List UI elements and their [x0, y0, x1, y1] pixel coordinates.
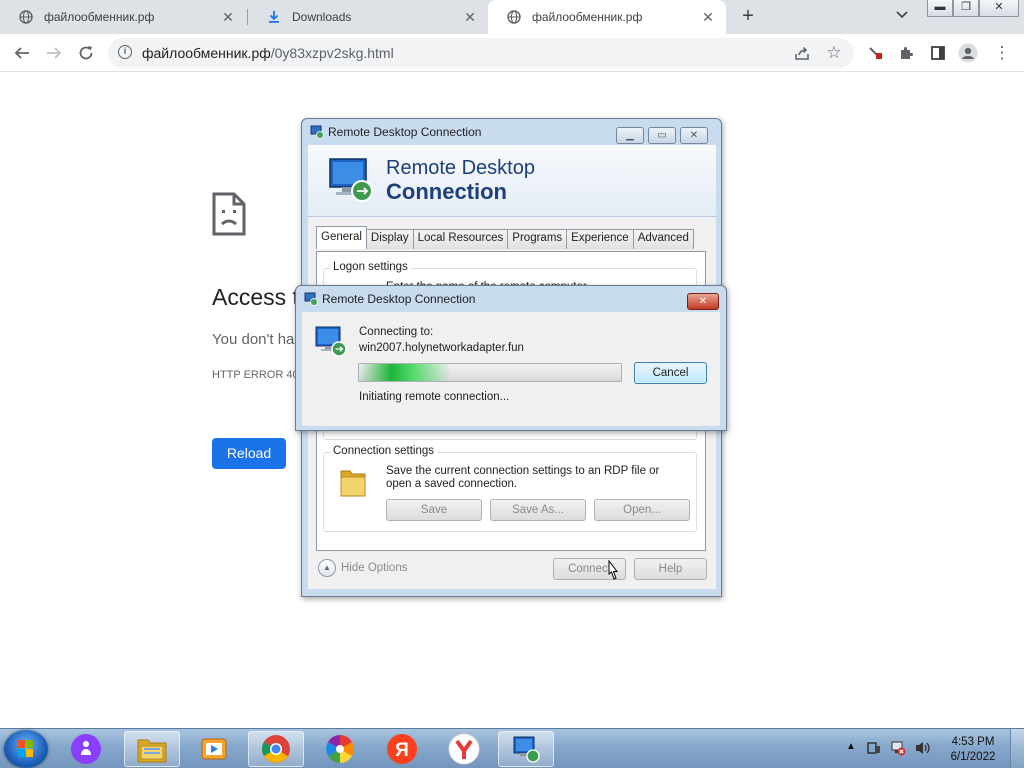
pinwheel-icon[interactable]	[312, 731, 368, 767]
browser-toolbar: i файлообменник.рф/0y83xzpv2skg.html ☆ ⋮	[0, 34, 1024, 72]
globe-icon	[18, 9, 34, 25]
extension-red-icon[interactable]	[866, 43, 886, 63]
show-desktop-button[interactable]	[1010, 729, 1024, 768]
start-orb[interactable]	[4, 730, 48, 768]
tab-search-chevron-icon[interactable]	[896, 8, 908, 22]
close-tab-icon[interactable]: ✕	[462, 9, 478, 26]
remote-host-name: win2007.holynetworkadapter.fun	[359, 342, 524, 354]
url-text: файлообменник.рф/0y83xzpv2skg.html	[142, 45, 394, 61]
tray-expand-icon[interactable]: ▲	[846, 741, 856, 752]
clock-date: 6/1/2022	[950, 751, 996, 763]
tab-title: файлообменник.рф	[44, 10, 155, 24]
tab-advanced[interactable]: Advanced	[632, 229, 694, 249]
url-host: файлообменник.рф	[142, 45, 271, 61]
rdc-monitor-icon	[314, 324, 348, 361]
rdc-minimize-button[interactable]: ▁	[616, 127, 644, 144]
yandex-icon[interactable]: Я	[374, 731, 430, 767]
save-as-button[interactable]: Save As...	[490, 499, 586, 521]
connection-description: Save the current connection settings to …	[386, 465, 660, 490]
rdc-maximize-button[interactable]: ▭	[648, 127, 676, 144]
connecting-dialog: Remote Desktop Connection ✕ Connecting t…	[295, 285, 727, 431]
extensions-puzzle-icon[interactable]	[896, 43, 916, 63]
connection-status-text: Initiating remote connection...	[359, 391, 510, 403]
tab-title: файлообменник.рф	[532, 10, 643, 24]
tab-3-active[interactable]: файлообменник.рф ✕	[488, 0, 726, 34]
connecting-dialog-title: Remote Desktop Connection	[322, 292, 476, 306]
connecting-titlebar[interactable]: Remote Desktop Connection	[296, 286, 726, 312]
logon-settings-label: Logon settings	[330, 261, 411, 273]
rdc-banner-line2: Connection	[386, 179, 507, 204]
rdc-small-icon	[304, 292, 318, 306]
progress-fill	[359, 364, 451, 381]
tab-general[interactable]: General	[316, 226, 367, 249]
tab-title: Downloads	[292, 10, 352, 24]
tab-1[interactable]: файлообменник.рф ✕	[0, 0, 246, 34]
rdc-small-icon	[310, 125, 324, 139]
tab-2[interactable]: Downloads ✕	[248, 0, 488, 34]
mouse-cursor-icon	[606, 559, 620, 585]
rdc-close-button[interactable]: ✕	[680, 127, 708, 144]
restore-window-button[interactable]: ❐	[953, 0, 979, 17]
close-window-button[interactable]: ✕	[979, 0, 1019, 17]
forward-arrow-icon[interactable]	[44, 43, 64, 63]
tab-experience[interactable]: Experience	[566, 229, 634, 249]
share-icon[interactable]	[792, 43, 812, 63]
url-path: /0y83xzpv2skg.html	[270, 45, 394, 61]
reload-button[interactable]: Reload	[212, 438, 286, 469]
error-title: Access t	[212, 284, 299, 310]
connecting-client-area: Connecting to: win2007.holynetworkadapte…	[302, 312, 720, 426]
bookmark-star-icon[interactable]: ☆	[824, 43, 844, 63]
sad-document-icon	[212, 192, 246, 239]
connecting-to-label: Connecting to:	[359, 326, 434, 338]
tray-device-icon[interactable]	[866, 740, 882, 759]
alice-icon[interactable]	[58, 731, 114, 767]
connection-progress-bar	[358, 363, 622, 382]
rdc-banner: Remote Desktop Connection	[308, 145, 716, 217]
clock-time: 4:53 PM	[951, 736, 995, 748]
hide-options-link[interactable]: Hide Options	[341, 562, 407, 574]
connection-settings-group: Connection settings Save the current con…	[323, 445, 697, 532]
chrome-icon[interactable]	[248, 731, 304, 767]
rdc-window-title: Remote Desktop Connection	[328, 125, 482, 139]
reload-icon[interactable]	[76, 43, 96, 63]
rdc-banner-line1: Remote Desktop	[386, 157, 535, 179]
side-panel-icon[interactable]	[928, 43, 948, 63]
minimize-window-button[interactable]: ▬	[927, 0, 953, 17]
explorer-icon[interactable]	[124, 731, 180, 767]
remote-desktop-icon[interactable]	[498, 731, 554, 767]
globe-icon	[506, 9, 522, 25]
close-tab-icon[interactable]: ✕	[700, 9, 716, 26]
hide-options-arrow-icon[interactable]: ▲	[318, 559, 336, 577]
system-clock[interactable]: 4:53 PM 6/1/2022	[948, 735, 998, 765]
kebab-menu-icon[interactable]: ⋮	[992, 43, 1012, 63]
tab-strip: файлообменник.рф ✕ Downloads ✕ файлообме…	[0, 0, 1024, 34]
connecting-close-button[interactable]: ✕	[687, 293, 719, 310]
svg-text:Я: Я	[395, 740, 409, 761]
address-bar[interactable]: i файлообменник.рф/0y83xzpv2skg.html	[108, 38, 854, 68]
tab-local-resources[interactable]: Local Resources	[412, 229, 509, 249]
folder-icon	[338, 465, 368, 502]
help-button[interactable]: Help	[634, 558, 707, 580]
save-button[interactable]: Save	[386, 499, 482, 521]
error-message: You don't ha	[212, 331, 295, 348]
tab-display[interactable]: Display	[365, 229, 414, 249]
download-icon	[266, 9, 282, 25]
yandex-browser-icon[interactable]	[436, 731, 492, 767]
back-arrow-icon[interactable]	[12, 43, 32, 63]
cancel-button[interactable]: Cancel	[634, 362, 707, 384]
windows-taskbar: Я ▲ 4:53 PM 6/1/2022	[0, 728, 1024, 768]
site-info-icon[interactable]: i	[118, 45, 132, 59]
error-code: HTTP ERROR 40	[212, 369, 299, 381]
close-tab-icon[interactable]: ✕	[220, 9, 236, 26]
media-player-icon[interactable]	[186, 731, 242, 767]
open-button[interactable]: Open...	[594, 499, 690, 521]
network-error-icon[interactable]	[890, 740, 906, 759]
tab-programs[interactable]: Programs	[507, 229, 568, 249]
profile-avatar-icon[interactable]	[958, 43, 978, 63]
connection-settings-label: Connection settings	[330, 445, 438, 457]
rdc-monitor-logo-icon	[326, 155, 376, 208]
volume-icon[interactable]	[914, 740, 932, 759]
new-tab-button[interactable]: +	[736, 5, 760, 29]
rdc-tab-bar: General Display Local Resources Programs…	[316, 226, 694, 249]
